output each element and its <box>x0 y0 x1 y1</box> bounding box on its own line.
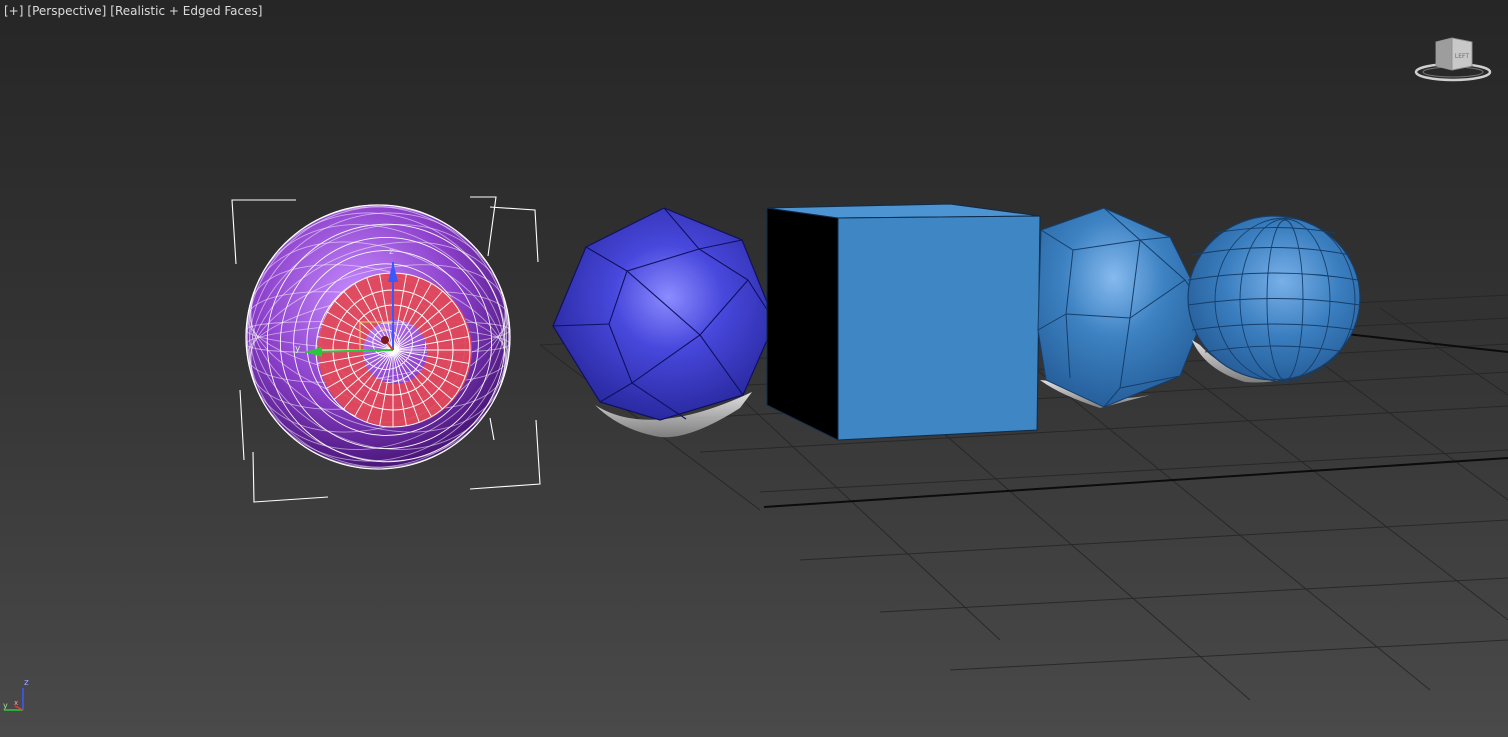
geosphere-object[interactable] <box>1037 207 1207 408</box>
tripod-y-label: y <box>3 701 8 710</box>
viewcube-face-label: LEFT <box>1455 53 1469 60</box>
gizmo-z-label: z <box>389 247 394 257</box>
axis-tripod: z y x <box>3 678 29 711</box>
viewport-view-label[interactable]: [Perspective] <box>27 4 106 18</box>
tripod-x-label: x <box>14 699 18 707</box>
sphere-object-small[interactable] <box>1187 215 1361 383</box>
viewport-shading-label[interactable]: [Realistic + Edged Faces] <box>110 4 262 18</box>
scene-canvas[interactable]: z y x z y x <box>0 0 1508 737</box>
gizmo-y-label: y <box>295 344 301 354</box>
gizmo-x-label: x <box>381 325 387 335</box>
sphere-object-selected[interactable] <box>191 150 564 523</box>
viewcube-icon[interactable]: LEFT <box>1412 34 1494 84</box>
perspective-viewport[interactable]: z y x z y x [+] [Perspective] [Realistic +… <box>0 0 1508 737</box>
grid-axis-line <box>763 457 1508 508</box>
viewport-label-bar: [+] [Perspective] [Realistic + Edged Faces… <box>4 3 266 19</box>
tripod-z-label: z <box>24 678 29 688</box>
dodecahedron-object[interactable] <box>552 207 776 438</box>
box-object[interactable] <box>766 203 1041 441</box>
viewport-menu-plus[interactable]: [+] <box>4 4 23 18</box>
gizmo-x-arrow[interactable] <box>381 336 389 344</box>
